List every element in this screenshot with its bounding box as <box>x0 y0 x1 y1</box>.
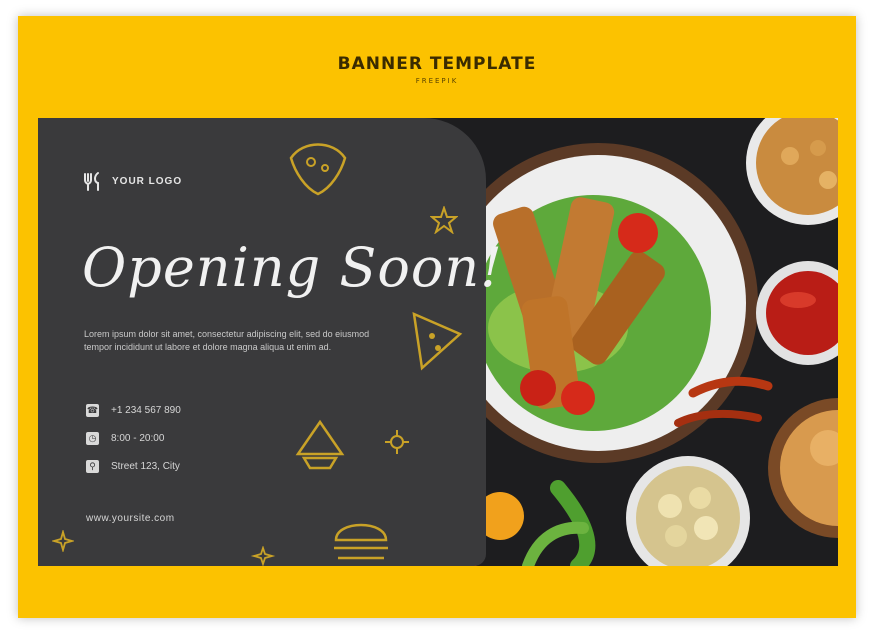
body-text: Lorem ipsum dolor sit amet, consectetur … <box>84 329 370 352</box>
banner-frame: BANNER TEMPLATE FREEPIK YOUR LOGO Openin… <box>18 16 856 618</box>
header-title: BANNER TEMPLATE <box>337 54 537 74</box>
contact-hours: ◷ 8:00 - 20:00 <box>86 424 181 452</box>
contact-text: +1 234 567 890 <box>111 404 181 416</box>
sparkle-doodle-icon <box>250 546 276 566</box>
pizza-doodle-icon <box>289 143 347 196</box>
contact-list: ☎ +1 234 567 890 ◷ 8:00 - 20:00 ⚲ Street… <box>86 396 181 480</box>
sparkle-doodle-icon <box>52 530 74 552</box>
clock-icon: ◷ <box>86 431 99 445</box>
contact-location: ⚲ Street 123, City <box>86 452 181 480</box>
info-panel: YOUR LOGO Opening Soon! Lorem ipsum dolo… <box>38 118 502 566</box>
contact-phone: ☎ +1 234 567 890 <box>86 396 181 424</box>
burger-doodle-icon <box>334 523 388 560</box>
contact-text: Street 123, City <box>111 460 180 472</box>
website-link[interactable]: www.yoursite.com <box>86 513 175 524</box>
logo: YOUR LOGO <box>82 170 182 192</box>
star-doodle-icon <box>430 206 458 234</box>
header: BANNER TEMPLATE FREEPIK <box>18 54 856 85</box>
taco-doodle-icon <box>412 311 463 371</box>
phone-icon: ☎ <box>86 403 99 417</box>
header-subtitle: FREEPIK <box>415 77 459 85</box>
logo-icon <box>84 172 99 191</box>
flower-doodle-icon <box>385 430 409 454</box>
contact-text: 8:00 - 20:00 <box>111 432 165 444</box>
headline: Opening Soon! <box>82 236 503 299</box>
restaurant-banner: YOUR LOGO Opening Soon! Lorem ipsum dolo… <box>38 118 838 566</box>
cake-doodle-icon <box>295 419 345 470</box>
location-icon: ⚲ <box>86 459 99 473</box>
logo-text: YOUR LOGO <box>112 175 183 187</box>
